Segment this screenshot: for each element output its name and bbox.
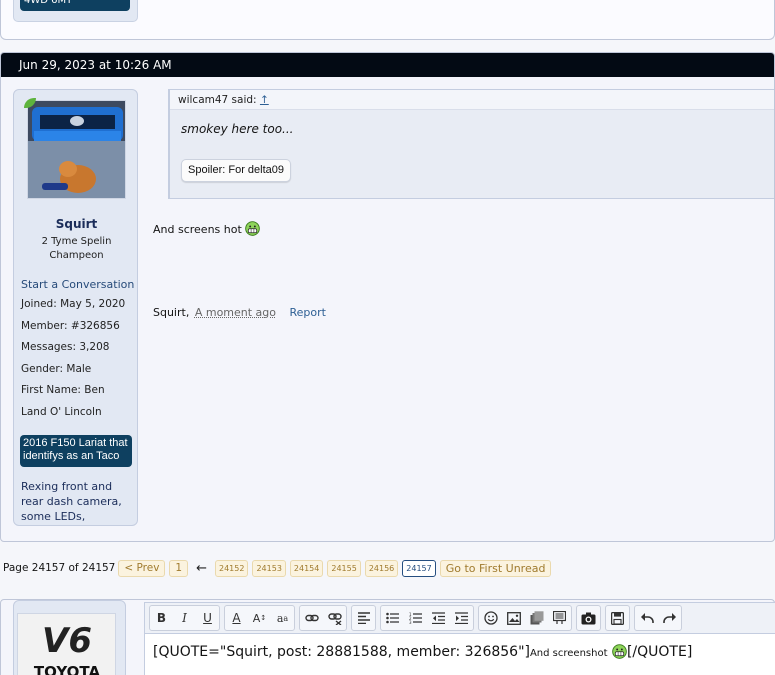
bullet-list-icon[interactable] bbox=[381, 606, 404, 630]
bold-icon[interactable]: B bbox=[150, 606, 173, 630]
message-text: And screens hot bbox=[153, 223, 242, 236]
underline-icon[interactable]: U bbox=[196, 606, 219, 630]
messages-stat: Messages: 3,208 bbox=[21, 341, 109, 353]
reply-avatar-brand: TOYOTA bbox=[34, 663, 101, 675]
page-button[interactable]: 24155 bbox=[327, 559, 361, 577]
camera-icon[interactable] bbox=[577, 606, 600, 630]
page-label: Page 24157 of 24157 bbox=[3, 562, 116, 574]
page-button[interactable]: 24156 bbox=[364, 559, 399, 577]
editor-quote-open: [QUOTE="Squirt, post: 28881588, member: … bbox=[153, 644, 530, 660]
redo-icon[interactable] bbox=[658, 606, 681, 630]
italic-icon[interactable]: I bbox=[173, 606, 196, 630]
editor-quote-close: [/QUOTE] bbox=[626, 644, 693, 660]
start-conversation-link[interactable]: Start a Conversation bbox=[21, 278, 134, 291]
font-size-icon[interactable]: A ↕ bbox=[248, 606, 271, 630]
vehicle-badge: 2016 F150 Lariat that identifys as an Ta… bbox=[20, 435, 132, 467]
pagination: Page 24157 of 24157 < Prev 1 ← 24152 241… bbox=[0, 559, 555, 577]
member-value: #326856 bbox=[70, 320, 120, 332]
grin-emoji-icon bbox=[245, 221, 261, 236]
indent-icon[interactable] bbox=[450, 606, 473, 630]
screenshot-group bbox=[576, 605, 601, 631]
link-group bbox=[299, 605, 347, 631]
grin-emoji-icon bbox=[612, 644, 627, 659]
numbered-list-icon[interactable]: 123 bbox=[404, 606, 427, 630]
text-color-icon[interactable]: A bbox=[225, 606, 248, 630]
joined-label: Joined: bbox=[21, 298, 57, 310]
insert-more-icon[interactable] bbox=[548, 606, 571, 630]
joined-value: May 5, 2020 bbox=[60, 298, 126, 310]
previous-post-badge: 4WD 6MT bbox=[20, 0, 130, 11]
firstname-stat: First Name: Ben bbox=[21, 384, 105, 396]
spoiler-button[interactable]: Spoiler: For delta09 bbox=[181, 159, 291, 182]
user-signature: Rexing front and rear dash camera, some … bbox=[21, 480, 122, 523]
align-left-icon[interactable] bbox=[352, 606, 375, 630]
reply-area: V6 TOYOTA B I U A A ↕ aa 1 2 3 [QUOTE="S… bbox=[0, 599, 775, 675]
messages-value: 3,208 bbox=[79, 341, 110, 353]
text-format-group: B I U bbox=[149, 605, 220, 631]
joined-stat: Joined: May 5, 2020 bbox=[21, 298, 125, 310]
gender-value: Male bbox=[66, 363, 92, 375]
messages-label: Messages: bbox=[21, 341, 77, 353]
quote-author: wilcam47 said: bbox=[178, 94, 257, 106]
image-icon[interactable] bbox=[502, 606, 525, 630]
location-stat: Land O' Lincoln bbox=[21, 406, 102, 418]
smilie-icon[interactable] bbox=[479, 606, 502, 630]
firstname-label: First Name: bbox=[21, 384, 81, 396]
history-group bbox=[634, 605, 682, 631]
member-label: Member: bbox=[21, 320, 68, 332]
outdent-icon[interactable] bbox=[427, 606, 450, 630]
svg-text:3: 3 bbox=[409, 620, 412, 624]
font-family-icon[interactable]: aa bbox=[271, 606, 294, 630]
post-date[interactable]: Jun 29, 2023 at 10:26 AM bbox=[1, 53, 774, 77]
media-icon[interactable] bbox=[525, 606, 548, 630]
page-button[interactable]: 24154 bbox=[289, 559, 324, 577]
pagination-arrow-icon[interactable]: ← bbox=[196, 561, 207, 576]
gender-label: Gender: bbox=[21, 363, 64, 375]
post-time[interactable]: A moment ago bbox=[195, 306, 276, 319]
prev-page-button[interactable]: < Prev bbox=[118, 559, 166, 577]
unlink-icon[interactable] bbox=[323, 606, 346, 630]
firstname-value: Ben bbox=[84, 384, 105, 396]
quote-header: wilcam47 said: ↑ bbox=[170, 90, 774, 110]
first-unread-button[interactable]: Go to First Unread bbox=[439, 559, 552, 577]
editor-toolbar: B I U A A ↕ aa 123 bbox=[144, 602, 775, 634]
user-info-panel: Squirt 2 Tyme Spelin Champeon Start a Co… bbox=[13, 89, 138, 526]
page-button[interactable]: 24153 bbox=[252, 559, 286, 577]
undo-icon[interactable] bbox=[635, 606, 658, 630]
gender-stat: Gender: Male bbox=[21, 363, 91, 375]
reply-avatar[interactable]: V6 TOYOTA bbox=[17, 613, 116, 675]
align-group bbox=[351, 605, 376, 631]
editor-inline-text: And screenshot bbox=[529, 648, 608, 659]
link-icon[interactable] bbox=[300, 606, 323, 630]
insert-group bbox=[478, 605, 572, 631]
quote-jump-link[interactable]: ↑ bbox=[260, 94, 269, 106]
save-draft-icon[interactable] bbox=[606, 606, 629, 630]
current-page-button[interactable]: 24157 bbox=[402, 559, 436, 577]
quote-block: wilcam47 said: ↑ smokey here too... Spoi… bbox=[168, 89, 774, 199]
user-title: 2 Tyme Spelin Champeon bbox=[41, 236, 112, 261]
page-button[interactable]: 24152 bbox=[215, 559, 249, 577]
reply-avatar-image: V6 TOYOTA bbox=[18, 614, 115, 675]
list-group: 123 bbox=[380, 605, 474, 631]
editor-content: [QUOTE="Squirt, post: 28881588, member: … bbox=[153, 644, 775, 660]
previous-post: 4WD 6MT bbox=[0, 0, 775, 40]
post: Jun 29, 2023 at 10:26 AM Squirt 2 Tyme S… bbox=[0, 52, 775, 542]
reply-avatar-logo: V6 bbox=[42, 621, 92, 661]
avatar-image bbox=[28, 101, 125, 198]
member-stat: Member: #326856 bbox=[21, 320, 120, 332]
message-body: And screens hot bbox=[153, 221, 261, 236]
quote-text: smokey here too... bbox=[181, 122, 294, 136]
username[interactable]: Squirt bbox=[14, 217, 139, 231]
page-1-button[interactable]: 1 bbox=[169, 559, 189, 577]
user-avatar[interactable] bbox=[27, 100, 126, 199]
report-link[interactable]: Report bbox=[290, 306, 326, 319]
previous-post-userbox: 4WD 6MT bbox=[13, 0, 138, 22]
reply-userbox: V6 TOYOTA bbox=[13, 600, 126, 675]
post-footer: Squirt, A moment ago Report bbox=[153, 306, 326, 319]
font-group: A A ↕ aa bbox=[224, 605, 295, 631]
reply-editor[interactable]: [QUOTE="Squirt, post: 28881588, member: … bbox=[144, 634, 775, 675]
draft-group bbox=[605, 605, 630, 631]
post-author[interactable]: Squirt, bbox=[153, 306, 189, 319]
